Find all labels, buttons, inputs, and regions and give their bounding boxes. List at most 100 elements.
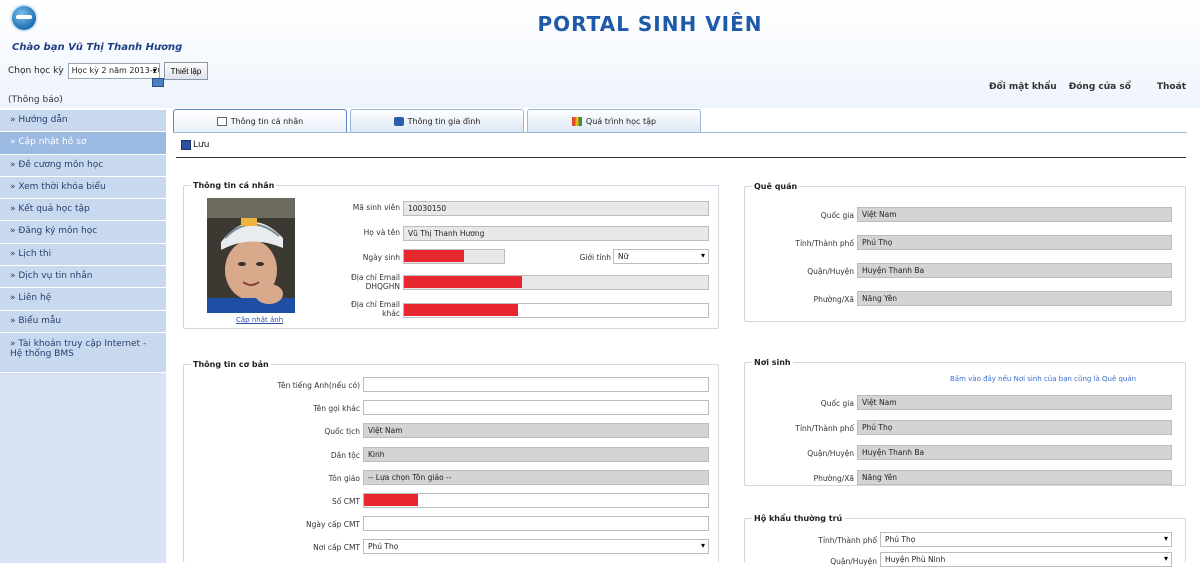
- email-other-label: Địa chỉ Email khác: [350, 300, 400, 318]
- residence-district-select[interactable]: Huyện Phù Ninh ▾: [880, 552, 1172, 567]
- redacted-email-other: [404, 304, 518, 316]
- sidebar-item-registration[interactable]: » Đăng ký môn học: [0, 221, 166, 244]
- sidebar-item-syllabus[interactable]: » Đề cương môn học: [0, 154, 166, 177]
- gender-value: Nữ: [618, 252, 629, 261]
- tab-divider: [173, 132, 1187, 133]
- residence-district-label: Quận/Huyện: [830, 557, 877, 566]
- student-id-field: 10030150: [403, 201, 709, 216]
- birthplace-country-field: Việt Nam: [857, 395, 1172, 410]
- gender-select[interactable]: Nữ ▾: [613, 249, 709, 264]
- id-date-field[interactable]: [363, 516, 709, 531]
- birthplace-country-label: Quốc gia: [820, 399, 854, 408]
- chevron-down-icon: ▾: [1163, 534, 1168, 543]
- nationality-field: Việt Nam: [363, 423, 709, 438]
- residence-province-value: Phú Thọ: [885, 535, 916, 544]
- tab-label: Quá trình học tập: [585, 117, 657, 126]
- hometown-district-label: Quận/Huyện: [807, 267, 854, 276]
- save-label: Lưu: [193, 140, 210, 150]
- term-select[interactable]: Học kỳ 2 năm 2013-2014 ▾: [67, 63, 160, 79]
- residence-province-select[interactable]: Phú Thọ ▾: [880, 532, 1172, 547]
- other-name-label: Tên gọi khác: [313, 404, 360, 413]
- tab-family-info[interactable]: Thông tin gia đình: [350, 109, 524, 133]
- divider: [176, 157, 1186, 158]
- student-id-label: Mã sinh viên: [352, 203, 400, 212]
- change-password-link[interactable]: Đổi mật khẩu: [989, 82, 1057, 92]
- gender-label: Giới tính: [579, 253, 611, 262]
- close-window-link[interactable]: Đóng cửa sổ: [1069, 82, 1131, 92]
- apply-term-button[interactable]: Thiết lập: [163, 62, 209, 80]
- header: PORTAL SINH VIÊN Chào bạn Vũ Thị Thanh H…: [0, 0, 1200, 108]
- tab-personal-info[interactable]: Thông tin cá nhân: [173, 109, 347, 133]
- chevron-down-icon: ▾: [1163, 554, 1168, 563]
- english-name-field[interactable]: [363, 377, 709, 392]
- logout-link[interactable]: Thoát: [1157, 82, 1186, 92]
- calendar-icon[interactable]: [152, 78, 164, 87]
- name-label: Họ và tên: [363, 228, 400, 237]
- sidebar-item-forms[interactable]: » Biểu mẫu: [0, 310, 166, 333]
- tab-label: Thông tin cá nhân: [230, 117, 304, 126]
- dob-label: Ngày sinh: [362, 253, 400, 262]
- id-date-label: Ngày cấp CMT: [306, 520, 360, 529]
- copy-hometown-link[interactable]: Bấm vào đây nếu Nơi sinh của bạn cũng là…: [950, 375, 1136, 383]
- term-select-value: Học kỳ 2 năm 2013-2014: [71, 66, 159, 75]
- sidebar-item-results[interactable]: » Kết quả học tập: [0, 199, 166, 222]
- redacted-id-number: [364, 494, 418, 506]
- tab-study-history[interactable]: Quá trình học tập: [527, 109, 701, 133]
- hometown-country-label: Quốc gia: [820, 211, 854, 220]
- sidebar-item-messaging[interactable]: » Dịch vụ tin nhắn: [0, 266, 166, 289]
- document-icon: [216, 117, 227, 126]
- tab-label: Thông tin gia đình: [407, 117, 481, 126]
- personal-info-title: Thông tin cá nhân: [191, 181, 277, 190]
- full-name-field: Vũ Thị Thanh Hương: [403, 226, 709, 241]
- birthplace-district-field: Huyện Thanh Ba: [857, 445, 1172, 460]
- family-icon: [393, 117, 404, 126]
- hometown-ward-label: Phường/Xã: [813, 295, 854, 304]
- birthplace-ward-field: Năng Yên: [857, 470, 1172, 485]
- top-links: Đổi mật khẩu Đóng cửa sổ Thoát: [989, 82, 1186, 92]
- birthplace-district-label: Quận/Huyện: [807, 449, 854, 458]
- hometown-district-field: Huyện Thanh Ba: [857, 263, 1172, 278]
- email-label: Địa chỉ Email DHQGHN: [350, 273, 400, 291]
- redacted-dob: [404, 250, 464, 262]
- hometown-country-field: Việt Nam: [857, 207, 1172, 222]
- tab-bar: Thông tin cá nhân Thông tin gia đình Quá…: [173, 109, 701, 133]
- redacted-email: [404, 276, 522, 288]
- ethnicity-label: Dân tộc: [330, 451, 360, 460]
- hometown-province-label: Tỉnh/Thành phố: [795, 239, 854, 248]
- id-place-select[interactable]: Phú Thọ ▾: [363, 539, 709, 554]
- sidebar-item-update-profile[interactable]: » Cập nhật hồ sơ: [0, 132, 166, 155]
- id-number-label: Số CMT: [331, 497, 360, 506]
- basic-info-title: Thông tin cơ bản: [191, 360, 271, 369]
- notice-link[interactable]: (Thông báo): [8, 95, 63, 105]
- save-icon: [181, 140, 191, 150]
- hometown-title: Quê quán: [752, 182, 800, 191]
- save-button[interactable]: Lưu: [181, 140, 209, 150]
- chevron-down-icon: ▾: [152, 66, 157, 75]
- chevron-down-icon: ▾: [700, 251, 705, 260]
- residence-province-label: Tỉnh/Thành phố: [818, 536, 877, 545]
- birthplace-province-field: Phú Thọ: [857, 420, 1172, 435]
- nationality-label: Quốc tịch: [324, 427, 360, 436]
- english-name-label: Tên tiếng Anh(nếu có): [277, 381, 360, 390]
- other-name-field[interactable]: [363, 400, 709, 415]
- ethnicity-field: Kinh: [363, 447, 709, 462]
- sidebar-item-timetable[interactable]: » Xem thời khóa biểu: [0, 176, 166, 200]
- portrait-image: [207, 198, 295, 313]
- chevron-down-icon: ▾: [700, 541, 705, 550]
- religion-label: Tôn giáo: [328, 474, 360, 483]
- student-photo: [207, 198, 295, 313]
- update-photo-link[interactable]: Cập nhật ảnh: [236, 316, 283, 324]
- greeting-text: Chào bạn Vũ Thị Thanh Hương: [12, 42, 183, 53]
- hometown-province-field: Phú Thọ: [857, 235, 1172, 250]
- sidebar: » Hướng dẫn » Cập nhật hồ sơ » Đề cương …: [0, 110, 166, 563]
- term-selector-row: Chọn học kỳ Học kỳ 2 năm 2013-2014 ▾ Thi…: [8, 62, 209, 80]
- sidebar-item-guide[interactable]: » Hướng dẫn: [0, 110, 166, 133]
- sidebar-item-internet-account[interactable]: » Tài khoản truy cập Internet - Hệ thống…: [0, 332, 166, 373]
- hometown-ward-field: Năng Yên: [857, 291, 1172, 306]
- id-place-label: Nơi cấp CMT: [313, 543, 360, 552]
- sidebar-item-contact[interactable]: » Liên hệ: [0, 288, 166, 311]
- sidebar-item-exams[interactable]: » Lịch thi: [0, 243, 166, 267]
- study-icon: [571, 117, 582, 126]
- id-place-value: Phú Thọ: [368, 542, 399, 551]
- basic-info-group: [183, 364, 719, 563]
